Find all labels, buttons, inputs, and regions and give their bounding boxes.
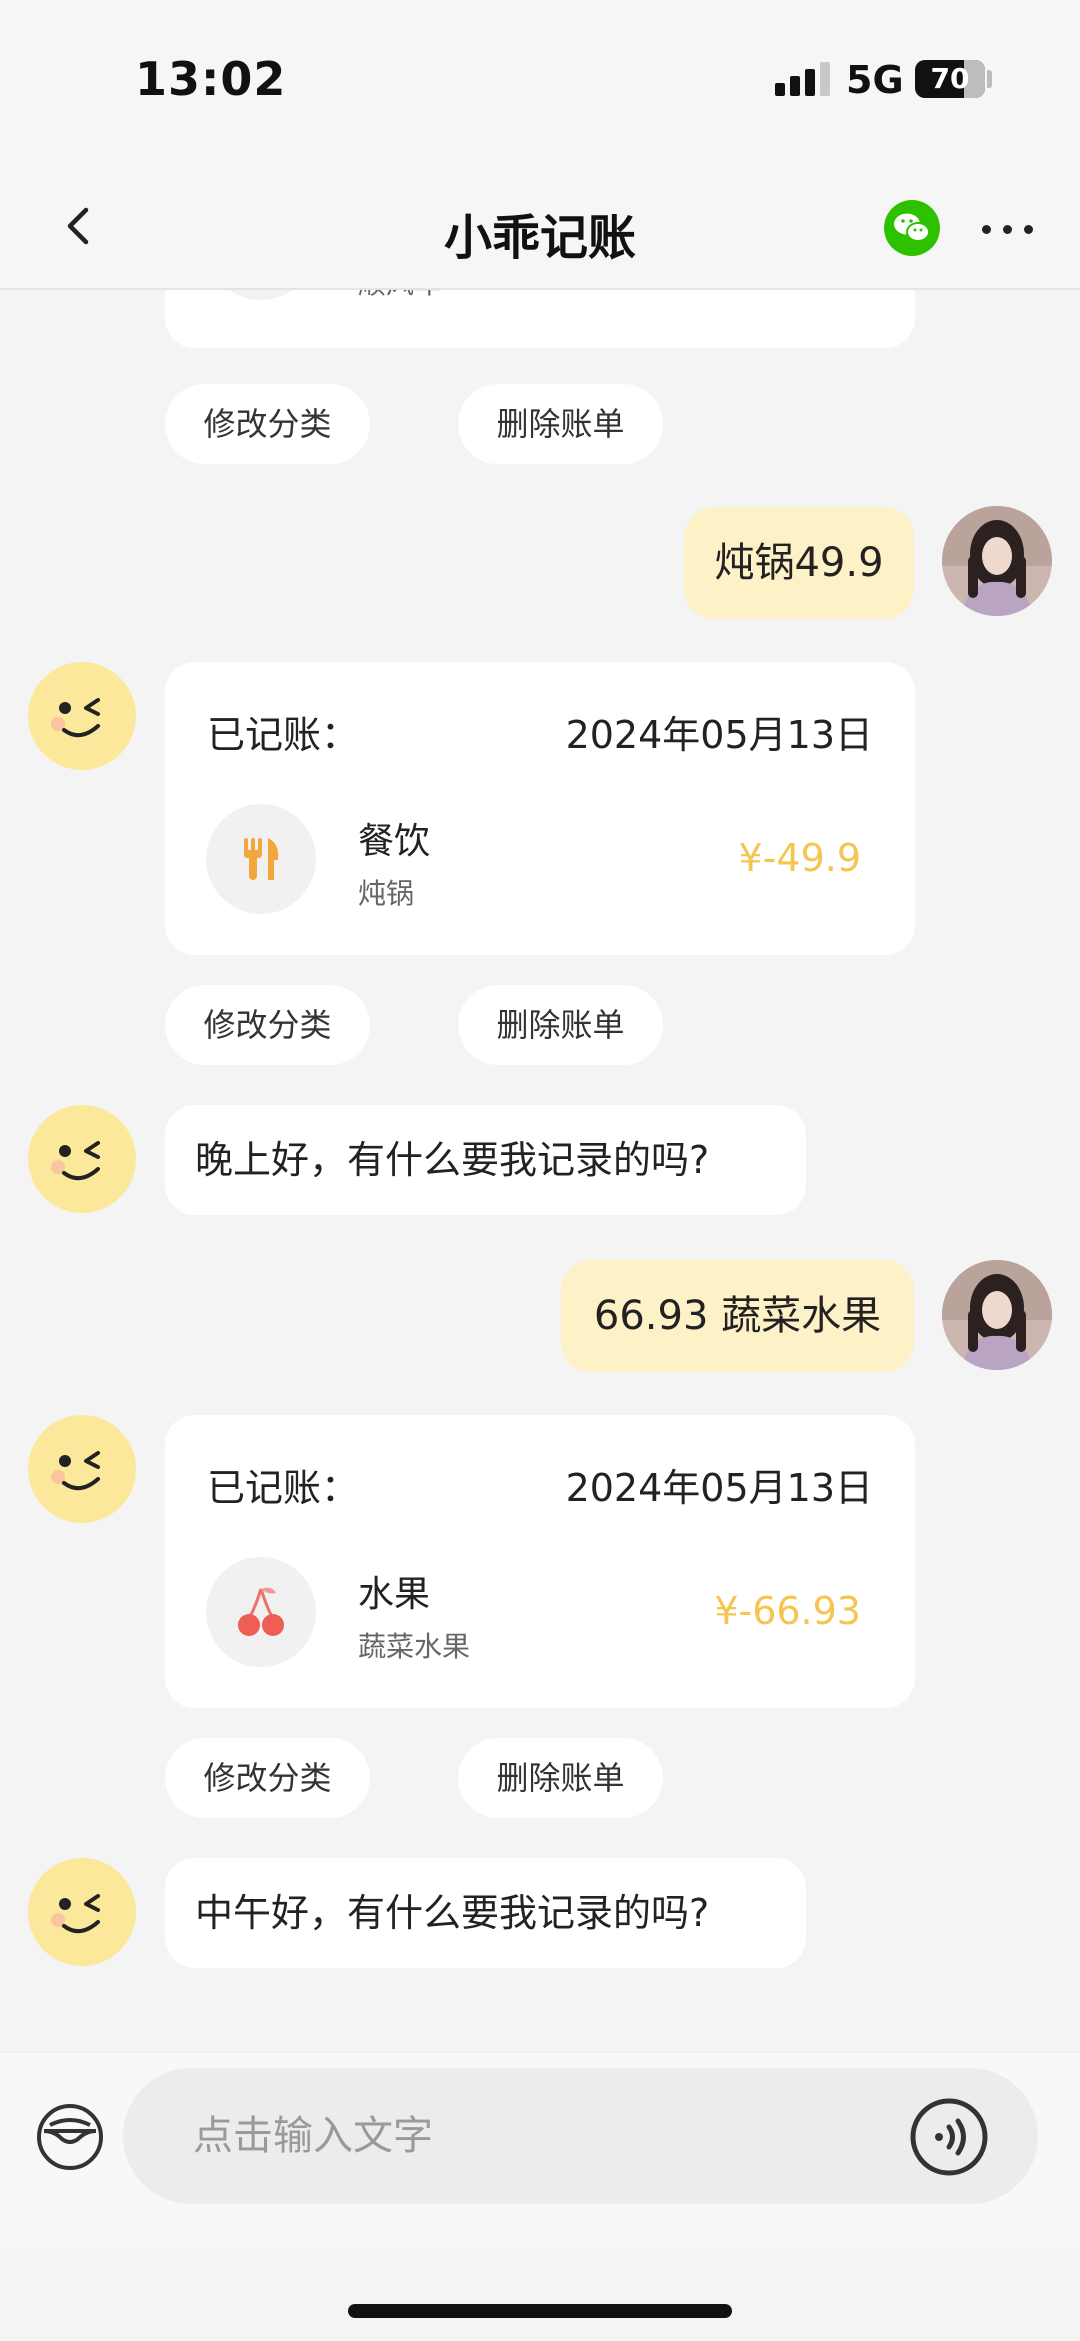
category-icon-circle	[206, 1557, 316, 1667]
battery-cap	[987, 70, 992, 88]
wink-face-icon	[28, 1105, 136, 1213]
battery-level: 70	[930, 62, 970, 95]
bill-card-previous: 顺风车	[165, 290, 915, 348]
user-avatar-image	[942, 1260, 1052, 1370]
bill-date: 2024年05月13日	[565, 1466, 873, 1510]
user-avatar-image	[942, 506, 1052, 616]
bot-message-bubble: 晚上好，有什么要我记录的吗?	[165, 1105, 806, 1215]
bill-note: 蔬菜水果	[358, 1630, 471, 1663]
bot-avatar	[28, 662, 136, 770]
message-input[interactable]	[123, 2068, 1038, 2204]
bill-amount: ¥-49.9	[738, 836, 862, 880]
edit-category-button[interactable]: 修改分类	[165, 1738, 370, 1818]
wallet-button[interactable]	[36, 2103, 104, 2171]
delete-bill-button[interactable]: 删除账单	[458, 1738, 663, 1818]
cellular-signal-icon	[775, 62, 831, 96]
more-button[interactable]	[978, 204, 1038, 254]
chat-list[interactable]: 顺风车 修改分类 删除账单 炖锅49.9 已记账： 2024年05月13日	[0, 290, 1080, 2052]
user-message-bubble: 炖锅49.9	[684, 507, 914, 619]
bot-avatar	[28, 1858, 136, 1966]
bill-category: 水果	[358, 1574, 431, 1615]
bill-amount: ¥-66.93	[714, 1589, 861, 1633]
bottom-safe-area	[0, 2248, 1080, 2341]
wallet-icon	[37, 2104, 103, 2170]
edit-category-button[interactable]: 修改分类	[165, 985, 370, 1065]
bill-card: 已记账： 2024年05月13日 餐饮 炖锅 ¥-49.9	[165, 662, 915, 955]
battery-icon: 70	[915, 60, 985, 98]
bot-avatar	[28, 1415, 136, 1523]
network-type: 5G	[846, 58, 904, 102]
wechat-icon	[894, 213, 930, 242]
status-time: 13:02	[135, 52, 287, 106]
bot-avatar	[28, 1105, 136, 1213]
bill-card-label: 已记账：	[207, 1466, 360, 1510]
user-avatar[interactable]	[942, 1260, 1052, 1370]
input-bar	[0, 2052, 1080, 2248]
bill-card-label: 已记账：	[207, 713, 360, 757]
bill-category: 餐饮	[358, 821, 431, 862]
bill-card: 已记账： 2024年05月13日 水果 蔬菜水果 ¥-66.93	[165, 1415, 915, 1708]
home-indicator[interactable]	[348, 2304, 732, 2318]
cherry-icon	[238, 1587, 284, 1636]
user-avatar[interactable]	[942, 506, 1052, 616]
bot-message-bubble: 中午好，有什么要我记录的吗?	[165, 1858, 806, 1968]
fork-knife-icon	[244, 838, 279, 880]
user-message-bubble: 66.93 蔬菜水果	[561, 1260, 914, 1372]
wink-face-icon	[28, 1858, 136, 1966]
wechat-button[interactable]	[884, 200, 940, 256]
bill-date: 2024年05月13日	[565, 713, 873, 757]
category-icon-circle	[206, 804, 316, 914]
voice-icon	[910, 2098, 988, 2176]
category-icon	[206, 290, 316, 300]
status-bar: 13:02 5G 70	[0, 0, 1080, 160]
wink-face-icon	[28, 1415, 136, 1523]
bill-note: 炖锅	[358, 877, 415, 910]
wink-face-icon	[28, 662, 136, 770]
nav-bar: 小乖记账	[0, 160, 1080, 290]
voice-button[interactable]	[909, 2097, 989, 2177]
bill-note: 顺风车	[358, 290, 442, 302]
delete-bill-button[interactable]: 删除账单	[458, 985, 663, 1065]
edit-category-button[interactable]: 修改分类	[165, 384, 370, 464]
delete-bill-button[interactable]: 删除账单	[458, 384, 663, 464]
